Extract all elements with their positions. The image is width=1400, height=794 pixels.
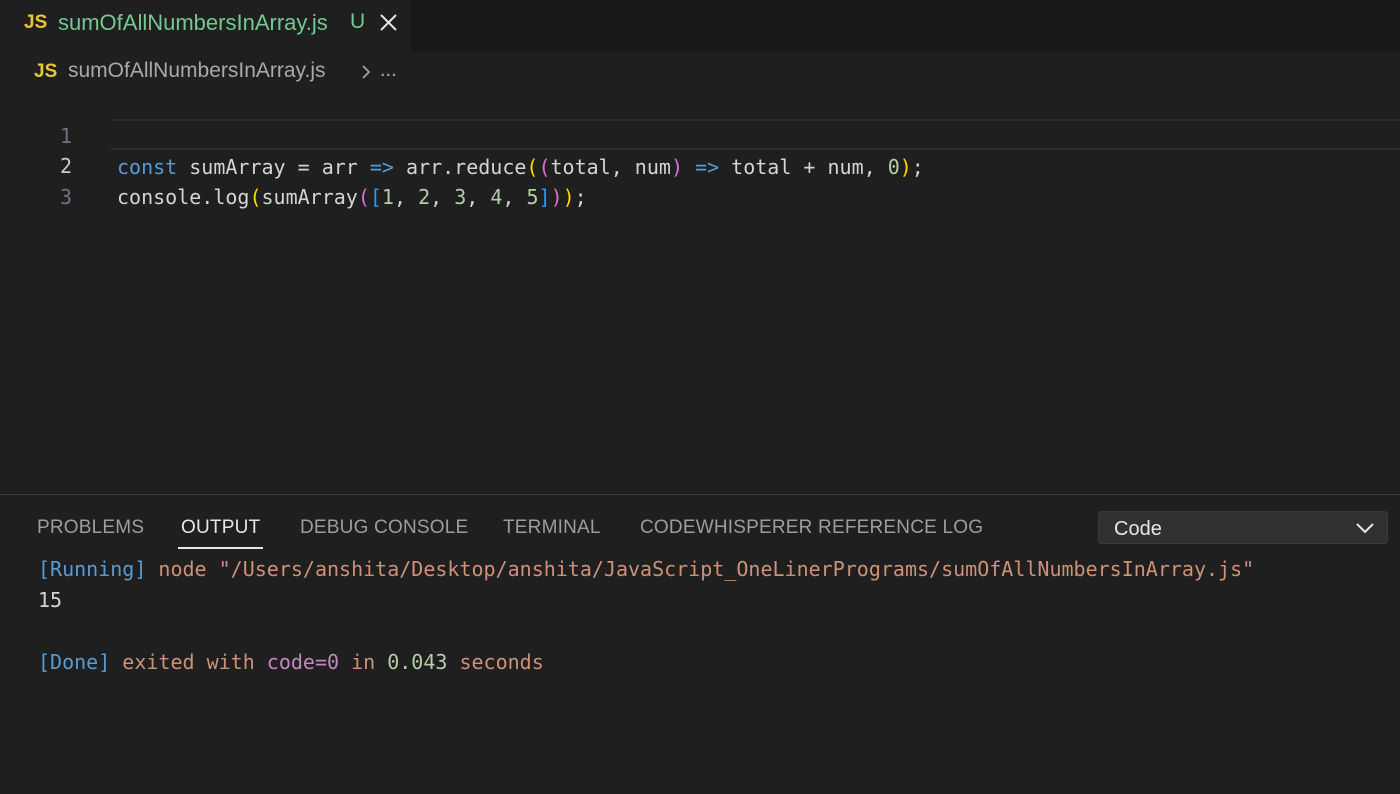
code-token: console.log bbox=[117, 185, 250, 209]
running-command: node "/Users/anshita/Desktop/anshita/Jav… bbox=[146, 557, 1255, 581]
code-token: 1 bbox=[381, 185, 394, 209]
tab-terminal[interactable]: TERMINAL bbox=[503, 517, 601, 539]
close-icon[interactable] bbox=[378, 10, 400, 34]
code-token: , bbox=[502, 185, 527, 209]
done-time: 0.043 bbox=[387, 650, 448, 674]
tab-bar: JS sumOfAllNumbersInArray.js U bbox=[0, 0, 1400, 52]
code-token: 2 bbox=[418, 185, 431, 209]
code-token: [ bbox=[369, 185, 382, 209]
output-channel-select[interactable]: Code bbox=[1098, 511, 1388, 544]
breadcrumb: JS sumOfAllNumbersInArray.js ... bbox=[0, 58, 1400, 88]
active-tab-indicator bbox=[178, 547, 263, 549]
code-line-1[interactable]: 1 const sumArray = arr => arr.reduce((to… bbox=[0, 90, 1400, 179]
code-token: ] bbox=[538, 185, 551, 209]
output-result-line: 15 bbox=[38, 588, 63, 612]
tab-problems[interactable]: PROBLEMS bbox=[37, 517, 144, 539]
code-token: ) bbox=[550, 185, 563, 209]
code-token: 4 bbox=[490, 185, 503, 209]
done-in: in bbox=[339, 650, 388, 674]
code-line-2[interactable]: 2 console.log(sumArray([1, 2, 3, 4, 5]))… bbox=[0, 120, 1400, 209]
code-token: sumArray bbox=[261, 185, 358, 209]
tab-codewhisperer-reference-log[interactable]: CODEWHISPERER REFERENCE LOG bbox=[640, 517, 983, 539]
done-exited: exited with bbox=[110, 650, 267, 674]
code-editor[interactable]: 1 const sumArray = arr => arr.reduce((to… bbox=[0, 88, 1400, 494]
editor-tab[interactable]: JS sumOfAllNumbersInArray.js U bbox=[0, 0, 411, 52]
bottom-panel: PROBLEMS OUTPUT DEBUG CONSOLE TERMINAL C… bbox=[0, 494, 1400, 794]
code-token: ( bbox=[249, 185, 262, 209]
code-token: ; bbox=[574, 185, 587, 209]
output-channel-value: Code bbox=[1114, 518, 1162, 540]
code-token: ( bbox=[357, 185, 370, 209]
code-token: , bbox=[466, 185, 491, 209]
done-code: code=0 bbox=[266, 650, 340, 674]
breadcrumb-more[interactable]: ... bbox=[380, 59, 397, 82]
output-running-line: [Running] node "/Users/anshita/Desktop/a… bbox=[38, 557, 1254, 581]
done-seconds: seconds bbox=[447, 650, 544, 674]
code-token: ) bbox=[562, 185, 575, 209]
code-text: console.log(sumArray([1, 2, 3, 4, 5])); bbox=[117, 182, 587, 213]
code-line-3[interactable]: 3 bbox=[0, 151, 1400, 209]
done-tag: [Done] bbox=[38, 650, 111, 674]
code-token: 3 bbox=[454, 185, 467, 209]
chevron-down-icon bbox=[1356, 523, 1374, 534]
code-token: , bbox=[393, 185, 419, 209]
tab-untracked-status: U bbox=[350, 10, 366, 33]
javascript-file-icon: JS bbox=[24, 12, 48, 33]
tab-filename: sumOfAllNumbersInArray.js bbox=[58, 10, 328, 35]
code-token: , bbox=[430, 185, 455, 209]
tab-debug-console[interactable]: DEBUG CONSOLE bbox=[300, 517, 468, 539]
tab-output[interactable]: OUTPUT bbox=[181, 517, 260, 539]
javascript-file-icon: JS bbox=[34, 61, 58, 82]
code-token: 5 bbox=[526, 185, 539, 209]
breadcrumb-file[interactable]: sumOfAllNumbersInArray.js bbox=[68, 59, 326, 83]
chevron-right-icon bbox=[362, 65, 371, 79]
output-done-line: [Done] exited with code=0 in 0.043 secon… bbox=[38, 650, 544, 674]
line-number: 3 bbox=[59, 185, 72, 209]
running-tag: [Running] bbox=[38, 557, 147, 581]
